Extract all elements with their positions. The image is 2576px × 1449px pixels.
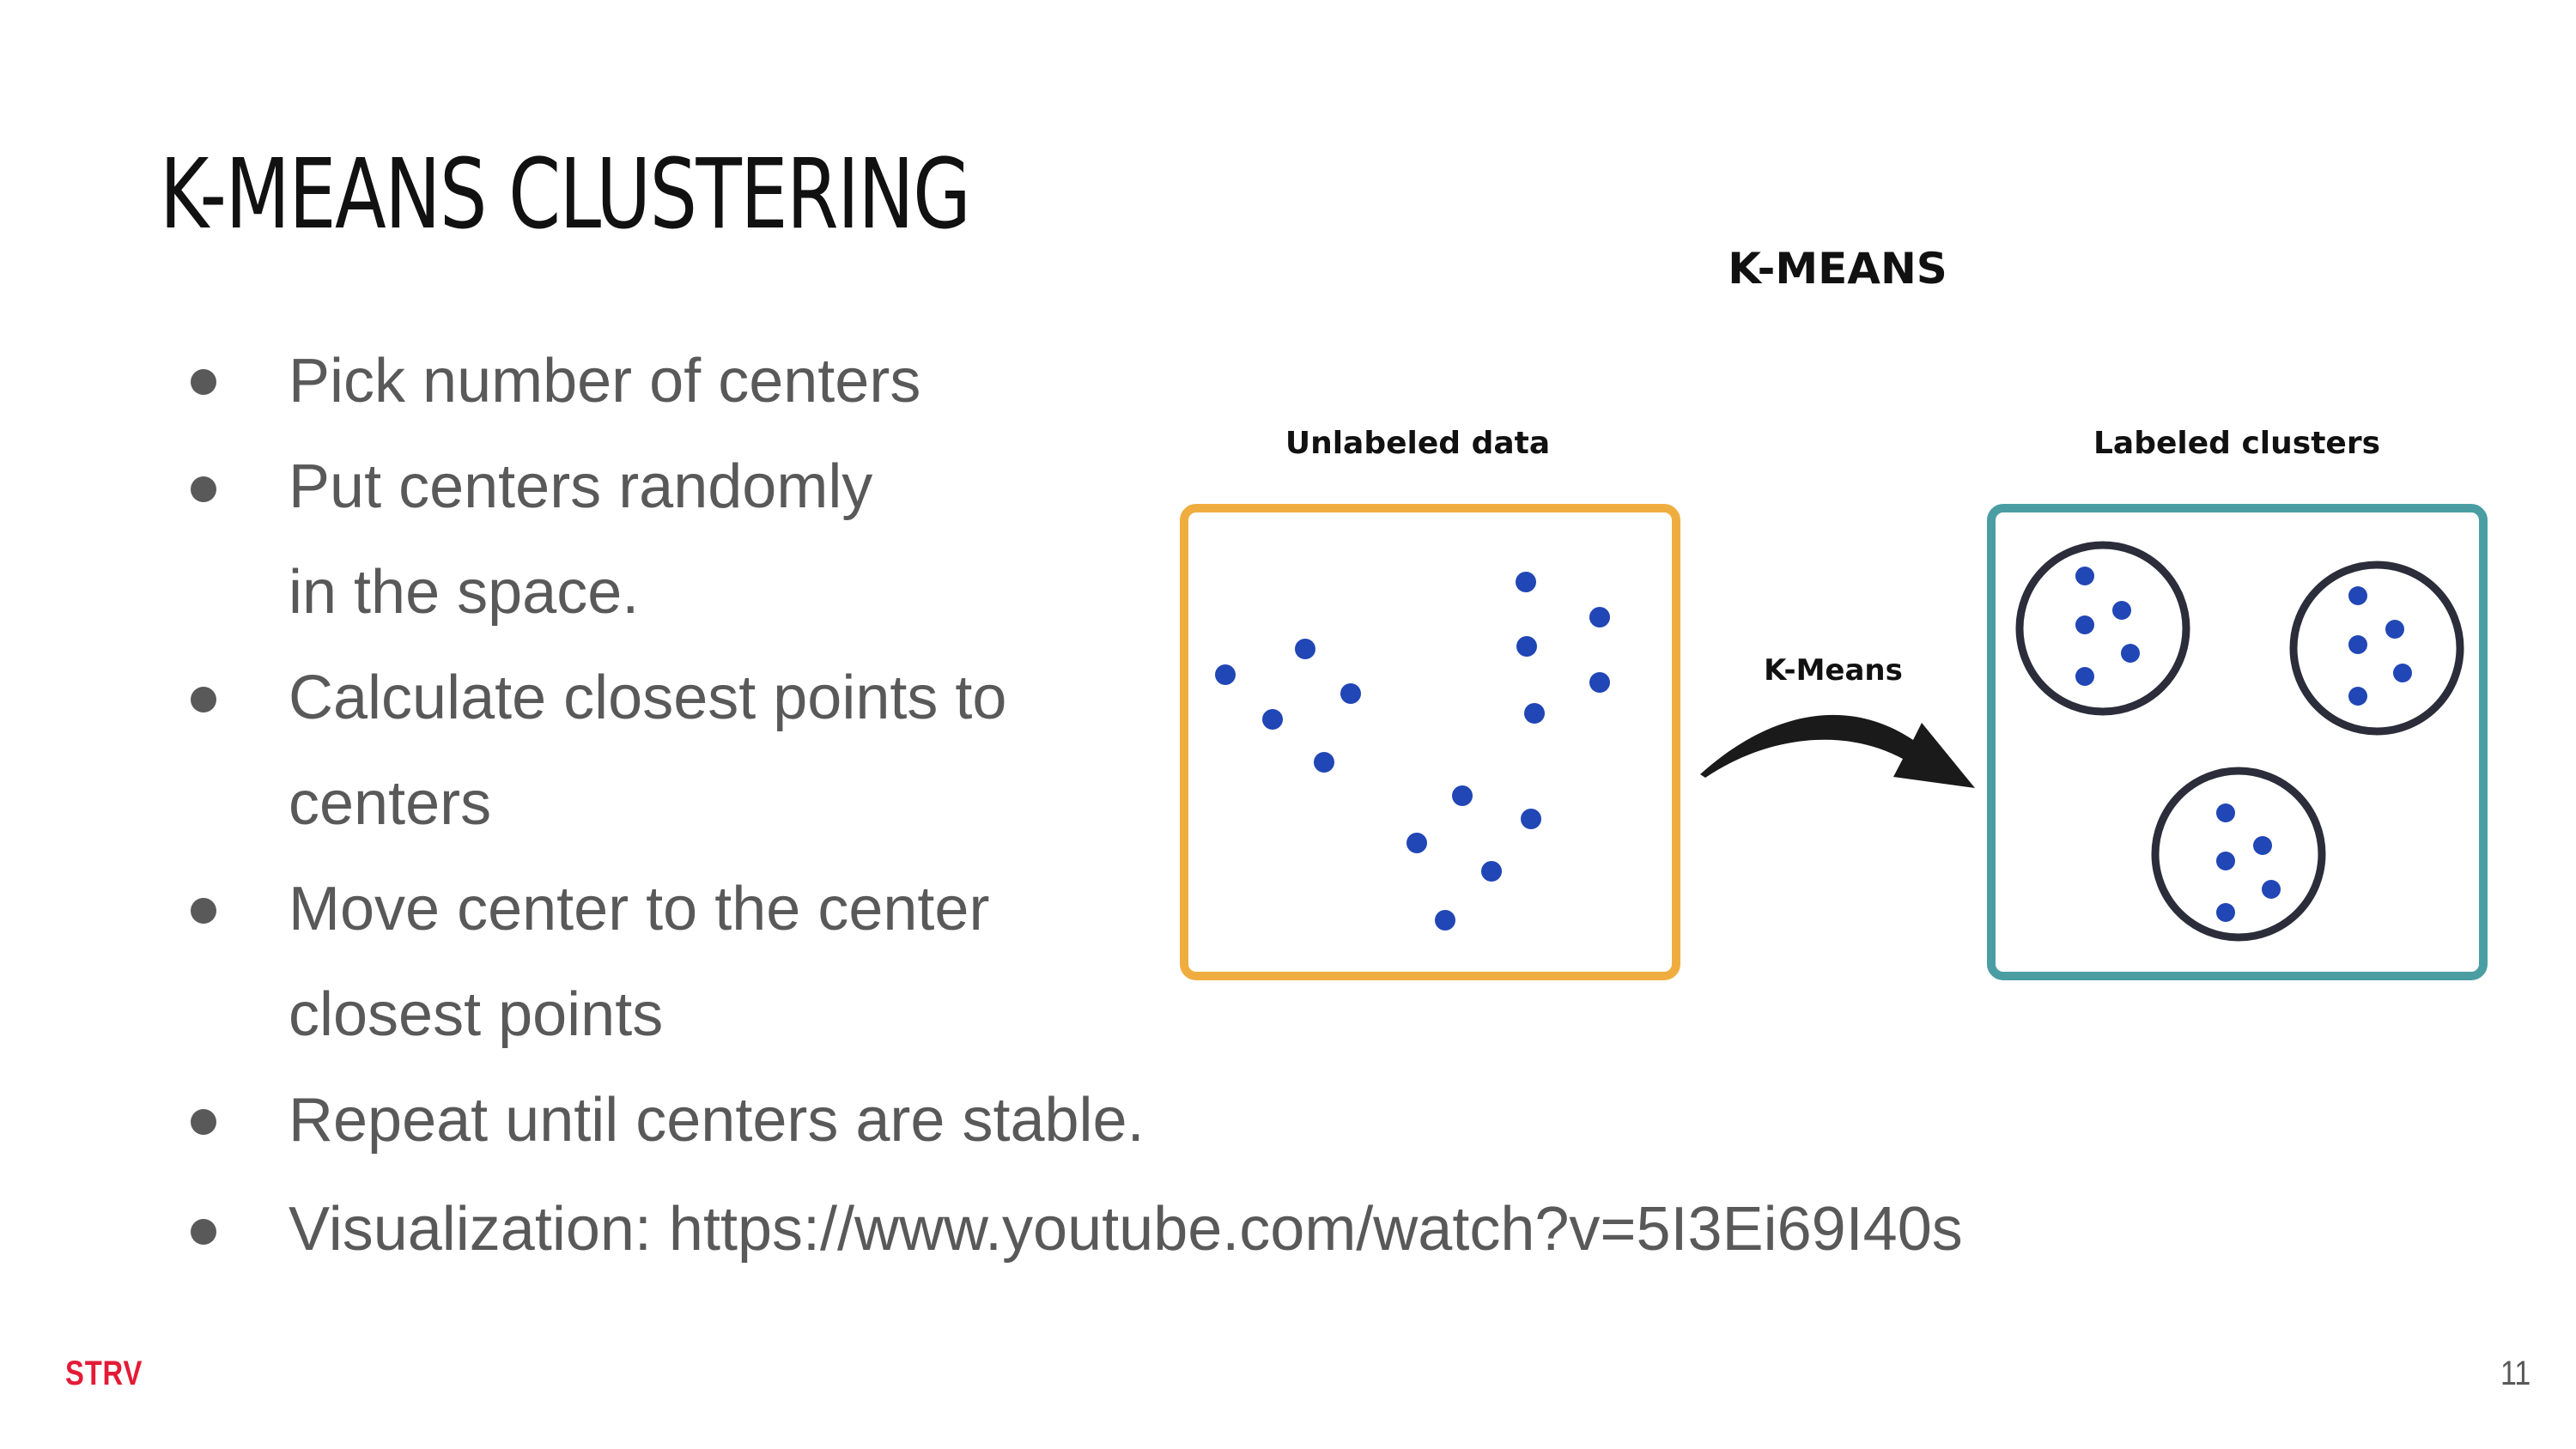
data-point	[1406, 833, 1427, 853]
data-point	[2216, 903, 2235, 922]
data-point	[1340, 683, 1361, 704]
data-point	[2348, 586, 2367, 605]
data-point	[2075, 667, 2094, 686]
brand-logo: STRV	[65, 1355, 143, 1392]
data-point	[2348, 635, 2367, 654]
data-point	[1435, 910, 1455, 931]
data-point	[1295, 639, 1315, 659]
data-point	[1524, 703, 1545, 724]
bullet-continuation: in the space.	[289, 558, 640, 627]
bullet-continuation: closest points	[289, 980, 664, 1049]
data-point	[1452, 785, 1473, 806]
slide: K-MEANS CLUSTERING Pick number of center…	[0, 0, 2576, 1449]
labeled-clusters-panel	[1987, 504, 2488, 980]
bullet-dot-icon	[191, 1219, 216, 1245]
bullet-text: Repeat until centers are stable.	[289, 1086, 1145, 1155]
page-number: 11	[2500, 1355, 2531, 1392]
data-point	[2253, 836, 2272, 855]
labeled-clusters-label: Labeled clusters	[2093, 426, 2380, 461]
bullet-text: Put centers randomly	[289, 452, 873, 521]
diagram-title: K-MEANS	[1728, 244, 1947, 294]
cluster-boundary	[2151, 767, 2326, 942]
visualization-link[interactable]: Visualization: https://www.youtube.com/w…	[289, 1198, 1963, 1260]
curved-arrow-icon	[1700, 714, 1975, 788]
cluster-1	[2015, 541, 2190, 716]
bullet-dot-icon	[191, 369, 216, 395]
bullet-text: Move center to the center	[289, 875, 990, 943]
data-point	[2075, 615, 2094, 634]
kmeans-diagram: K-MEANS Unlabeled data Labeled clusters …	[1180, 244, 2488, 980]
bullet-dot-icon	[191, 687, 216, 712]
data-point	[2075, 567, 2094, 585]
unlabeled-points	[1215, 572, 1610, 931]
data-point	[1215, 664, 1236, 685]
data-point	[2121, 644, 2140, 663]
data-point	[2385, 620, 2404, 639]
unlabeled-data-panel	[1180, 504, 1680, 980]
cluster-boundary	[2289, 561, 2464, 736]
data-point	[2393, 664, 2412, 682]
bullet-text: Calculate closest points to	[289, 664, 1007, 732]
slide-title: K-MEANS CLUSTERING	[160, 139, 971, 251]
bullet-dot-icon	[191, 898, 216, 924]
data-point	[1262, 709, 1283, 730]
data-point	[1589, 672, 1610, 693]
data-point	[2348, 687, 2367, 706]
cluster-2	[2289, 561, 2464, 736]
bullet-text: Pick number of centers	[289, 347, 921, 415]
data-point	[2216, 852, 2235, 870]
cluster-3	[2151, 767, 2326, 942]
unlabeled-data-label: Unlabeled data	[1285, 426, 1550, 461]
bullet-dot-icon	[191, 1109, 216, 1135]
bullet-dot-icon	[191, 476, 216, 502]
data-point	[1516, 572, 1536, 592]
data-point	[1516, 636, 1537, 657]
bullet-continuation: centers	[289, 769, 492, 838]
arrow-label: K-Means	[1764, 653, 1903, 688]
data-point	[2112, 601, 2131, 620]
data-point	[1314, 752, 1334, 773]
data-point	[2262, 880, 2281, 899]
cluster-boundary	[2015, 541, 2190, 716]
data-point	[1521, 809, 1541, 829]
data-point	[1589, 607, 1610, 627]
data-point	[1481, 861, 1502, 882]
data-point	[2216, 803, 2235, 822]
